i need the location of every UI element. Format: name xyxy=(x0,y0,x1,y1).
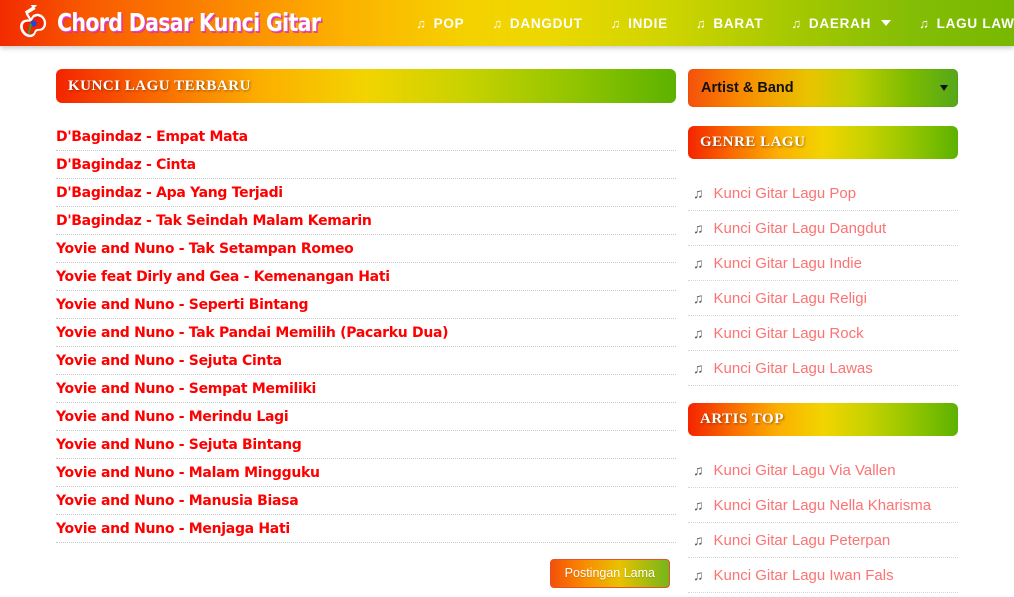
song-link[interactable]: Yovie and Nuno - Seperti Bintang xyxy=(56,298,309,312)
music-note-icon: ♫ xyxy=(791,15,802,31)
genre-link[interactable]: Kunci Gitar Lagu Religi xyxy=(714,290,867,307)
list-item: Yovie and Nuno - Merindu Lagi xyxy=(56,403,676,431)
site-logo[interactable]: Chord Dasar Kunci Gitar xyxy=(0,0,378,46)
music-note-icon: ♫ xyxy=(693,255,704,271)
music-note-icon: ♫ xyxy=(693,325,704,341)
nav-item-barat[interactable]: ♫ BARAT xyxy=(682,0,778,46)
list-item: Yovie and Nuno - Tak Setampan Romeo xyxy=(56,235,676,263)
chevron-down-icon xyxy=(881,20,892,26)
song-link[interactable]: Yovie and Nuno - Sejuta Bintang xyxy=(56,438,302,452)
genre-link[interactable]: Kunci Gitar Lagu Pop xyxy=(714,185,857,202)
song-link[interactable]: Yovie and Nuno - Sempat Memiliki xyxy=(56,382,316,396)
music-note-icon: ♫ xyxy=(693,497,704,513)
sidebar: Artist & Band GENRE LAGU ♫ Kunci Gitar L… xyxy=(688,69,958,593)
song-link[interactable]: D'Bagindaz - Tak Seindah Malam Kemarin xyxy=(56,214,372,228)
list-item: Yovie and Nuno - Tak Pandai Memilih (Pac… xyxy=(56,319,676,347)
song-link[interactable]: Yovie and Nuno - Tak Pandai Memilih (Pac… xyxy=(56,326,449,340)
nav-item-pop[interactable]: ♫ POP xyxy=(402,0,478,46)
top-artist-list: ♫ Kunci Gitar Lagu Via Vallen ♫ Kunci Gi… xyxy=(688,453,958,593)
nav-item-daerah[interactable]: ♫ DAERAH xyxy=(777,0,905,46)
music-note-icon: ♫ xyxy=(492,15,503,31)
nav-label: POP xyxy=(433,15,465,31)
music-note-icon: ♫ xyxy=(693,567,704,583)
genre-list: ♫ Kunci Gitar Lagu Pop ♫ Kunci Gitar Lag… xyxy=(688,176,958,386)
list-item: ♫ Kunci Gitar Lagu Religi xyxy=(688,281,958,316)
song-link[interactable]: D'Bagindaz - Apa Yang Terjadi xyxy=(56,186,283,200)
list-item: Yovie feat Dirly and Gea - Kemenangan Ha… xyxy=(56,263,676,291)
list-item: Yovie and Nuno - Sejuta Bintang xyxy=(56,431,676,459)
list-item: ♫ Kunci Gitar Lagu Via Vallen xyxy=(688,453,958,488)
song-link[interactable]: D'Bagindaz - Empat Mata xyxy=(56,130,248,144)
song-link[interactable]: Yovie and Nuno - Manusia Biasa xyxy=(56,494,299,508)
list-item: ♫ Kunci Gitar Lagu Peterpan xyxy=(688,523,958,558)
list-item: ♫ Kunci Gitar Lagu Rock xyxy=(688,316,958,351)
guitar-icon xyxy=(9,1,55,41)
list-item: D'Bagindaz - Cinta xyxy=(56,151,676,179)
list-item: Yovie and Nuno - Manusia Biasa xyxy=(56,487,676,515)
song-link[interactable]: D'Bagindaz - Cinta xyxy=(56,158,196,172)
nav-label: DANGDUT xyxy=(509,15,583,31)
page-title: KUNCI LAGU TERBARU xyxy=(56,69,676,103)
nav-item-dangdut[interactable]: ♫ DANGDUT xyxy=(478,0,596,46)
list-item: Yovie and Nuno - Sempat Memiliki xyxy=(56,375,676,403)
top-artist-section-title: ARTIS TOP xyxy=(688,403,958,436)
music-note-icon: ♫ xyxy=(695,15,707,31)
music-note-icon: ♫ xyxy=(693,290,704,306)
nav-label: INDIE xyxy=(628,15,668,31)
pagination: Postingan Lama xyxy=(56,559,676,588)
artist-link[interactable]: Kunci Gitar Lagu Peterpan xyxy=(714,532,891,549)
artist-link[interactable]: Kunci Gitar Lagu Iwan Fals xyxy=(714,567,894,584)
genre-link[interactable]: Kunci Gitar Lagu Lawas xyxy=(714,360,873,377)
main-content: KUNCI LAGU TERBARU D'Bagindaz - Empat Ma… xyxy=(56,69,676,588)
artist-band-selected-value: Artist & Band xyxy=(701,80,794,96)
list-item: ♫ Kunci Gitar Lagu Pop xyxy=(688,176,958,211)
latest-songs-list: D'Bagindaz - Empat Mata D'Bagindaz - Cin… xyxy=(56,123,676,543)
music-note-icon: ♫ xyxy=(693,462,704,478)
music-note-icon: ♫ xyxy=(416,15,427,31)
list-item: D'Bagindaz - Apa Yang Terjadi xyxy=(56,179,676,207)
page-body: KUNCI LAGU TERBARU D'Bagindaz - Empat Ma… xyxy=(0,46,1014,593)
list-item: D'Bagindaz - Empat Mata xyxy=(56,123,676,151)
music-note-icon: ♫ xyxy=(693,185,704,201)
genre-link[interactable]: Kunci Gitar Lagu Dangdut xyxy=(714,220,887,237)
nav-item-lagu-lawas[interactable]: ♫ LAGU LAWAS xyxy=(905,0,1014,46)
song-link[interactable]: Yovie and Nuno - Sejuta Cinta xyxy=(56,354,282,368)
chevron-down-icon xyxy=(940,85,948,91)
music-note-icon: ♫ xyxy=(693,360,704,376)
list-item: D'Bagindaz - Tak Seindah Malam Kemarin xyxy=(56,207,676,235)
list-item: ♫ Kunci Gitar Lagu Indie xyxy=(688,246,958,281)
list-item: Yovie and Nuno - Sejuta Cinta xyxy=(56,347,676,375)
song-link[interactable]: Yovie feat Dirly and Gea - Kemenangan Ha… xyxy=(56,270,390,284)
artist-link[interactable]: Kunci Gitar Lagu Via Vallen xyxy=(714,462,896,479)
music-note-icon: ♫ xyxy=(610,15,622,31)
logo-text: Chord Dasar Kunci Gitar xyxy=(57,8,321,37)
list-item: Yovie and Nuno - Malam Mingguku xyxy=(56,459,676,487)
list-item: Yovie and Nuno - Seperti Bintang xyxy=(56,291,676,319)
list-item: ♫ Kunci Gitar Lagu Nella Kharisma xyxy=(688,488,958,523)
genre-link[interactable]: Kunci Gitar Lagu Indie xyxy=(714,255,862,272)
artist-band-select[interactable]: Artist & Band xyxy=(688,69,958,107)
site-header: Chord Dasar Kunci Gitar ♫ POP ♫ DANGDUT … xyxy=(0,0,1014,46)
music-note-icon: ♫ xyxy=(693,532,704,548)
song-link[interactable]: Yovie and Nuno - Tak Setampan Romeo xyxy=(56,242,354,256)
nav-label: BARAT xyxy=(713,15,764,31)
nav-item-indie[interactable]: ♫ INDIE xyxy=(597,0,682,46)
list-item: ♫ Kunci Gitar Lagu Dangdut xyxy=(688,211,958,246)
music-note-icon: ♫ xyxy=(693,220,704,236)
older-posts-button[interactable]: Postingan Lama xyxy=(549,559,670,588)
genre-section-title: GENRE LAGU xyxy=(688,126,958,159)
genre-link[interactable]: Kunci Gitar Lagu Rock xyxy=(714,325,864,342)
nav-label: LAGU LAWAS xyxy=(936,15,1014,31)
list-item: Yovie and Nuno - Menjaga Hati xyxy=(56,515,676,543)
song-link[interactable]: Yovie and Nuno - Malam Mingguku xyxy=(56,466,320,480)
song-link[interactable]: Yovie and Nuno - Menjaga Hati xyxy=(56,522,290,536)
song-link[interactable]: Yovie and Nuno - Merindu Lagi xyxy=(56,410,289,424)
artist-link[interactable]: Kunci Gitar Lagu Nella Kharisma xyxy=(714,497,932,514)
nav-label: DAERAH xyxy=(808,15,872,31)
main-navigation: ♫ POP ♫ DANGDUT ♫ INDIE ♫ BARAT ♫ DAERAH… xyxy=(402,0,1014,46)
list-item: ♫ Kunci Gitar Lagu Iwan Fals xyxy=(688,558,958,593)
music-note-icon: ♫ xyxy=(919,15,930,31)
list-item: ♫ Kunci Gitar Lagu Lawas xyxy=(688,351,958,386)
